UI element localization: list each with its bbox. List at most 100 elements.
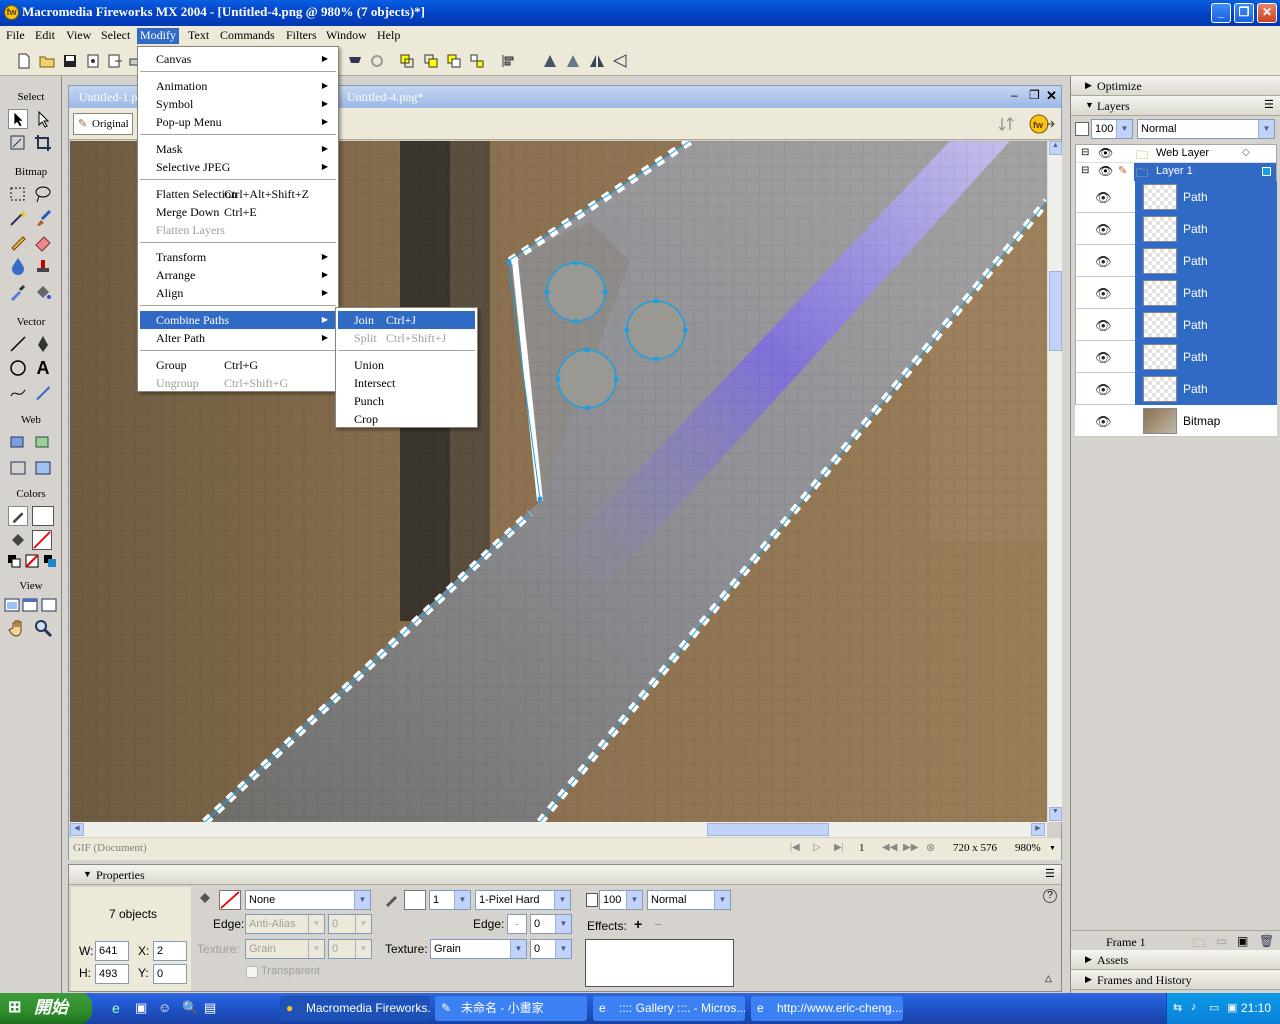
prev-frame-icon[interactable]: ◀◀ (882, 842, 897, 853)
new-layer-icon[interactable]: ▣ (1237, 934, 1248, 948)
launch-editor-icon[interactable]: fw (1029, 112, 1055, 136)
first-frame-icon[interactable]: |◀ (790, 842, 800, 853)
combine-item-crop[interactable]: Crop (338, 410, 475, 428)
ungroup-icon[interactable] (369, 53, 385, 69)
new-bitmap-image-icon[interactable]: ▭ (1216, 934, 1227, 948)
modify-item-ungroup[interactable]: Ungroup Ctrl+Shift+G (140, 374, 336, 392)
modify-item-animation[interactable]: Animation ▶ (140, 77, 336, 95)
scroll-left-icon[interactable]: ◀ (70, 823, 84, 836)
object-blend-select[interactable]: Normal ▼ (647, 890, 731, 910)
vertical-scrollbar[interactable]: ▲ ▼ (1047, 141, 1062, 822)
combine-item-intersect[interactable]: Intersect (338, 374, 475, 392)
combine-item-punch[interactable]: Punch (338, 392, 475, 410)
play-icon[interactable]: ▷ (813, 842, 821, 853)
text-tool-icon[interactable]: A (33, 358, 53, 378)
collapse-toggle-icon[interactable]: ⊟ (1081, 147, 1089, 158)
lasso-tool-icon[interactable] (33, 184, 53, 204)
rotate-left-icon[interactable] (542, 53, 558, 69)
fullscreen-icon[interactable] (41, 597, 57, 613)
hand-tool-icon[interactable] (8, 618, 28, 638)
rubber-stamp-tool-icon[interactable] (33, 256, 53, 276)
horizontal-scroll-thumb[interactable] (707, 823, 829, 836)
menu-commands[interactable]: Commands (217, 28, 278, 44)
modify-item-flatten-layers[interactable]: Flatten Layers (140, 221, 336, 239)
eye-icon[interactable]: 👁 (1095, 382, 1112, 398)
zoom-tool-icon[interactable] (33, 618, 53, 638)
transparent-checkbox[interactable] (246, 966, 258, 978)
group-icon[interactable] (347, 53, 363, 69)
fill-edge-select[interactable]: Anti-Alias ▼ (245, 914, 325, 934)
collapse-toggle-icon[interactable]: ⊟ (1081, 165, 1089, 176)
object-row-path[interactable]: 👁 Path (1075, 213, 1277, 245)
standard-screen-icon[interactable] (4, 597, 20, 613)
import-icon[interactable] (85, 53, 101, 69)
task-gallery-browser[interactable]: e:::: Gallery :::. - Micros... (593, 996, 745, 1021)
layers-panel-header[interactable]: ▼ Layers ☰ (1071, 96, 1280, 116)
horizontal-scrollbar[interactable]: ◀ ▶ (70, 822, 1047, 837)
layer-1[interactable]: ⊟ 👁 ✎ 🗀 Layer 1 (1076, 163, 1276, 181)
stroke-size-field[interactable]: 1 ▼ (429, 890, 471, 910)
fill-texture-amount[interactable]: 0 ▼ (328, 939, 372, 959)
object-row-path[interactable]: 👁 Path (1075, 181, 1277, 213)
modify-item-mask[interactable]: Mask ▶ (140, 140, 336, 158)
line-tool-icon[interactable] (8, 334, 28, 354)
close-button[interactable]: ✕ (1257, 3, 1277, 23)
eye-icon[interactable]: 👁 (1098, 146, 1113, 160)
modify-item-align[interactable]: Align ▶ (140, 284, 336, 302)
magic-wand-tool-icon[interactable] (8, 208, 28, 228)
stroke-color-swatch[interactable] (32, 506, 54, 526)
flip-vertical-icon[interactable] (612, 53, 628, 69)
media-quicklaunch-icon[interactable]: ▣ (135, 1000, 147, 1016)
layer-web[interactable]: ⊟ 👁 🗀 Web Layer ◇ (1076, 145, 1276, 163)
start-button[interactable]: ⊞ 開始 (0, 993, 92, 1024)
tray-network-icon[interactable]: ⇆ (1173, 1001, 1182, 1014)
show-hotspots-icon[interactable] (33, 458, 53, 478)
eyedropper-tool-icon[interactable] (8, 282, 28, 302)
object-row-path[interactable]: 👁 Path (1075, 277, 1277, 309)
scale-tool-icon[interactable] (8, 133, 28, 153)
scroll-up-icon[interactable]: ▲ (1049, 141, 1062, 155)
collapse-props-icon[interactable]: △ (1045, 973, 1052, 984)
layer-blend-select[interactable]: Normal ▼ (1137, 119, 1275, 139)
doc-restore-icon[interactable]: ❐ (1029, 88, 1040, 102)
ellipse-tool-icon[interactable] (8, 358, 28, 378)
task-fireworks[interactable]: ● Macromedia Fireworks... (280, 996, 430, 1021)
pointer-tool-icon[interactable] (8, 109, 28, 129)
remove-effect-icon[interactable]: − (654, 916, 662, 932)
height-field[interactable]: 493 (95, 964, 129, 984)
fill-texture-select[interactable]: Grain ▼ (245, 939, 325, 959)
crop-tool-icon[interactable] (33, 133, 53, 153)
original-view-button[interactable]: ✎ Original (73, 113, 133, 135)
optimize-panel-header[interactable]: ▶ Optimize (1071, 76, 1280, 96)
slice-tool-icon[interactable] (33, 433, 53, 453)
eye-icon[interactable]: 👁 (1095, 222, 1112, 238)
messenger-quicklaunch-icon[interactable]: ☺ (158, 1000, 171, 1015)
no-stroke-fill-icon[interactable] (24, 553, 40, 569)
y-field[interactable]: 0 (153, 964, 187, 984)
rectangle-hotspot-tool-icon[interactable] (8, 433, 28, 453)
tray-monitor-icon[interactable]: ▭ (1209, 1001, 1219, 1014)
align-icon[interactable] (501, 53, 517, 69)
open-folder-icon[interactable] (39, 53, 55, 69)
fill-category-select[interactable]: None ▼ (245, 890, 371, 910)
task-eric-cheng-browser[interactable]: e http://www.eric-cheng.... (751, 996, 903, 1021)
help-icon[interactable]: ? (1043, 889, 1057, 903)
edit-pencil-icon[interactable]: ✎ (1118, 164, 1127, 177)
menu-file[interactable]: File (3, 28, 28, 44)
object-row-path[interactable]: 👁 Path (1075, 245, 1277, 277)
eye-icon[interactable]: 👁 (1095, 254, 1112, 270)
swap-colors-icon[interactable] (42, 553, 58, 569)
export-icon[interactable] (107, 53, 123, 69)
modify-item-pop-up-menu[interactable]: Pop-up Menu ▶ (140, 113, 336, 131)
bring-to-front-icon[interactable] (399, 53, 415, 69)
eye-icon[interactable]: 👁 (1095, 286, 1112, 302)
width-field[interactable]: 641 (95, 941, 129, 961)
hide-hotspots-icon[interactable] (8, 458, 28, 478)
menu-filters[interactable]: Filters (283, 28, 320, 44)
freeform-tool-icon[interactable] (8, 382, 28, 402)
menu-window[interactable]: Window (323, 28, 370, 44)
blur-tool-icon[interactable] (8, 256, 28, 276)
eye-icon[interactable]: 👁 (1095, 190, 1112, 206)
pencil-tool-icon[interactable] (8, 232, 28, 252)
share-layer-icon[interactable]: ◇ (1242, 147, 1250, 158)
